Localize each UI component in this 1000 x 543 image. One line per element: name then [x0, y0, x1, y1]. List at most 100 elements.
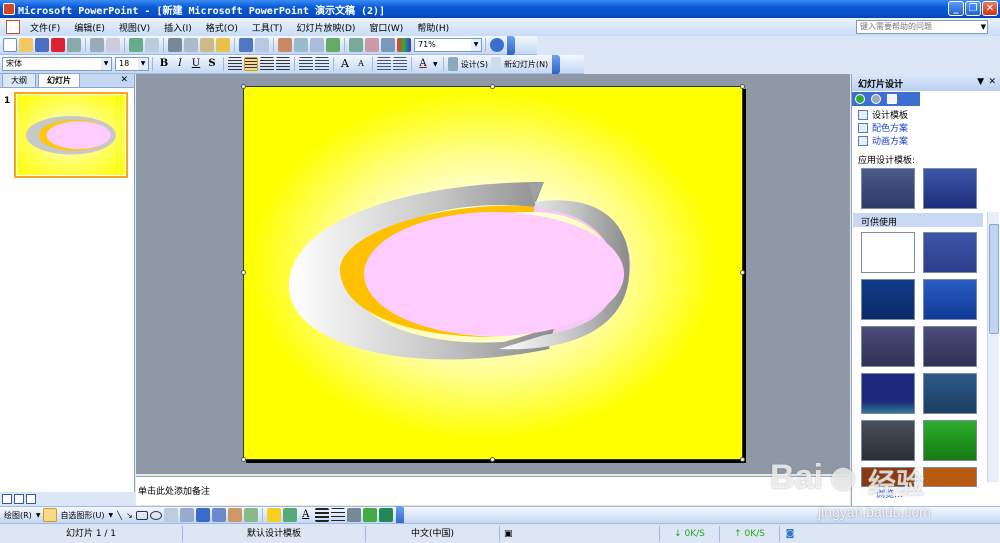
slideshow-icon[interactable] [26, 494, 36, 504]
template-thumbnail[interactable] [861, 420, 915, 461]
toolbar-options-icon[interactable] [395, 505, 404, 525]
template-thumbnail[interactable] [923, 279, 977, 320]
print-icon[interactable] [90, 38, 104, 52]
new-slide-button[interactable]: 新幻灯片(N) [504, 59, 548, 70]
template-thumbnail[interactable] [923, 420, 977, 461]
zoom-select[interactable]: 71% ▼ [414, 38, 482, 52]
help-icon[interactable] [490, 38, 504, 52]
clip-art-icon[interactable] [227, 508, 242, 522]
home-icon[interactable] [887, 94, 897, 104]
print-preview-icon[interactable] [106, 38, 120, 52]
template-thumbnail[interactable] [861, 373, 915, 414]
menu-window[interactable]: 窗口(W) [362, 21, 410, 34]
research-icon[interactable] [145, 38, 159, 52]
oval-icon[interactable] [149, 510, 162, 520]
tab-outline[interactable]: 大纲 [2, 73, 36, 87]
chevron-down-icon[interactable]: ▼ [981, 21, 986, 33]
slide-sorter-icon[interactable] [14, 494, 24, 504]
open-icon[interactable] [19, 38, 33, 52]
new-icon[interactable] [3, 38, 17, 52]
slide-canvas[interactable] [243, 86, 743, 460]
insert-chart-icon[interactable] [278, 38, 292, 52]
back-icon[interactable] [855, 94, 865, 104]
font-size-select[interactable]: 18 ▼ [115, 57, 149, 71]
decrease-indent-icon[interactable] [377, 57, 391, 71]
menu-help[interactable]: 帮助(H) [410, 21, 456, 34]
chevron-down-icon[interactable]: ▼ [101, 58, 111, 70]
task-pane-scrollbar[interactable] [987, 212, 999, 482]
template-thumbnail[interactable] [923, 373, 977, 414]
template-thumbnail[interactable] [923, 326, 977, 367]
template-thumbnail[interactable] [861, 326, 915, 367]
align-center-icon[interactable] [244, 57, 258, 71]
link-animation-schemes[interactable]: 动画方案 [858, 134, 1000, 147]
email-icon[interactable] [67, 38, 81, 52]
line-icon[interactable]: ╲ [117, 511, 122, 520]
close-button[interactable]: ✕ [982, 1, 998, 16]
autoshapes-menu[interactable]: 自选图形(U) [60, 510, 104, 521]
wordart-icon[interactable] [195, 508, 210, 522]
font-select[interactable]: 宋体 ▼ [2, 57, 112, 71]
insert-hyperlink-icon[interactable] [326, 38, 340, 52]
show-formatting-icon[interactable] [365, 38, 379, 52]
fill-color-icon[interactable] [266, 508, 281, 522]
tab-slides[interactable]: 幻灯片 [38, 73, 80, 87]
expand-all-icon[interactable] [349, 38, 363, 52]
dash-style-icon[interactable] [330, 508, 345, 522]
insert-table-icon[interactable] [294, 38, 308, 52]
menu-slideshow[interactable]: 幻灯片放映(D) [289, 21, 362, 34]
template-thumbnail[interactable] [923, 168, 977, 209]
chevron-down-icon[interactable]: ▼ [433, 61, 438, 68]
spelling-icon[interactable] [129, 38, 143, 52]
bold-button[interactable]: B [157, 57, 171, 71]
chevron-down-icon[interactable]: ▼ [109, 512, 114, 519]
tables-borders-icon[interactable] [310, 38, 324, 52]
picture-icon[interactable] [243, 508, 258, 522]
line-style-icon[interactable] [314, 508, 329, 522]
text-box-icon[interactable] [163, 508, 178, 522]
toolbar-options-icon[interactable] [552, 54, 561, 74]
permission-icon[interactable] [51, 38, 65, 52]
chevron-down-icon[interactable]: ▼ [977, 77, 984, 87]
menu-edit[interactable]: 编辑(E) [67, 21, 112, 34]
document-icon[interactable] [6, 20, 20, 34]
undo-icon[interactable] [239, 38, 253, 52]
close-icon[interactable]: ✕ [988, 77, 996, 87]
color-grayscale-icon[interactable] [397, 38, 411, 52]
forward-icon[interactable] [871, 94, 881, 104]
resize-handle-se[interactable] [740, 457, 745, 462]
resize-handle-n[interactable] [490, 84, 495, 89]
menu-format[interactable]: 格式(O) [199, 21, 245, 34]
numbering-icon[interactable] [299, 57, 313, 71]
bullets-icon[interactable] [315, 57, 329, 71]
increase-indent-icon[interactable] [393, 57, 407, 71]
cut-icon[interactable] [168, 38, 182, 52]
select-objects-icon[interactable] [43, 508, 58, 522]
menu-tools[interactable]: 工具(T) [245, 21, 290, 34]
arrow-style-icon[interactable] [346, 508, 361, 522]
template-thumbnail[interactable] [861, 232, 915, 273]
3d-style-icon[interactable] [378, 508, 393, 522]
notes-pane[interactable]: 单击此处添加备注 [136, 476, 850, 505]
align-right-icon[interactable] [260, 57, 274, 71]
resize-handle-ne[interactable] [740, 84, 745, 89]
shadow-style-icon[interactable] [362, 508, 377, 522]
rectangle-icon[interactable] [135, 510, 148, 520]
shadow-button[interactable]: S [205, 57, 219, 71]
chevron-down-icon[interactable]: ▼ [138, 58, 148, 70]
menu-file[interactable]: 文件(F) [23, 21, 67, 34]
arrow-icon[interactable]: ↘ [126, 511, 133, 520]
link-color-schemes[interactable]: 配色方案 [858, 121, 1000, 134]
close-icon[interactable]: ✕ [120, 75, 128, 85]
chevron-down-icon[interactable]: ▼ [471, 39, 481, 51]
redo-icon[interactable] [255, 38, 269, 52]
justify-icon[interactable] [276, 57, 290, 71]
help-search-input[interactable]: 键入需要帮助的问题 ▼ [856, 20, 988, 34]
diagram-icon[interactable] [211, 508, 226, 522]
grid-icon[interactable] [381, 38, 395, 52]
normal-view-icon[interactable] [2, 494, 12, 504]
resize-handle-nw[interactable] [241, 84, 246, 89]
slide-thumbnail[interactable] [14, 92, 128, 178]
increase-font-icon[interactable]: A [338, 57, 352, 71]
resize-handle-s[interactable] [490, 457, 495, 462]
